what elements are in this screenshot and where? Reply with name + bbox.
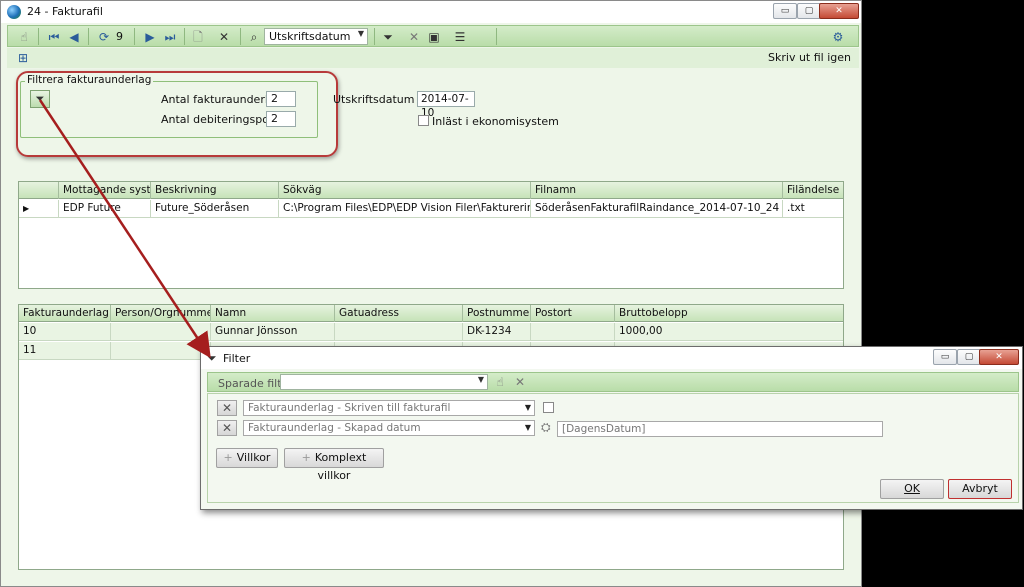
annotation-arrow: [38, 99, 211, 359]
